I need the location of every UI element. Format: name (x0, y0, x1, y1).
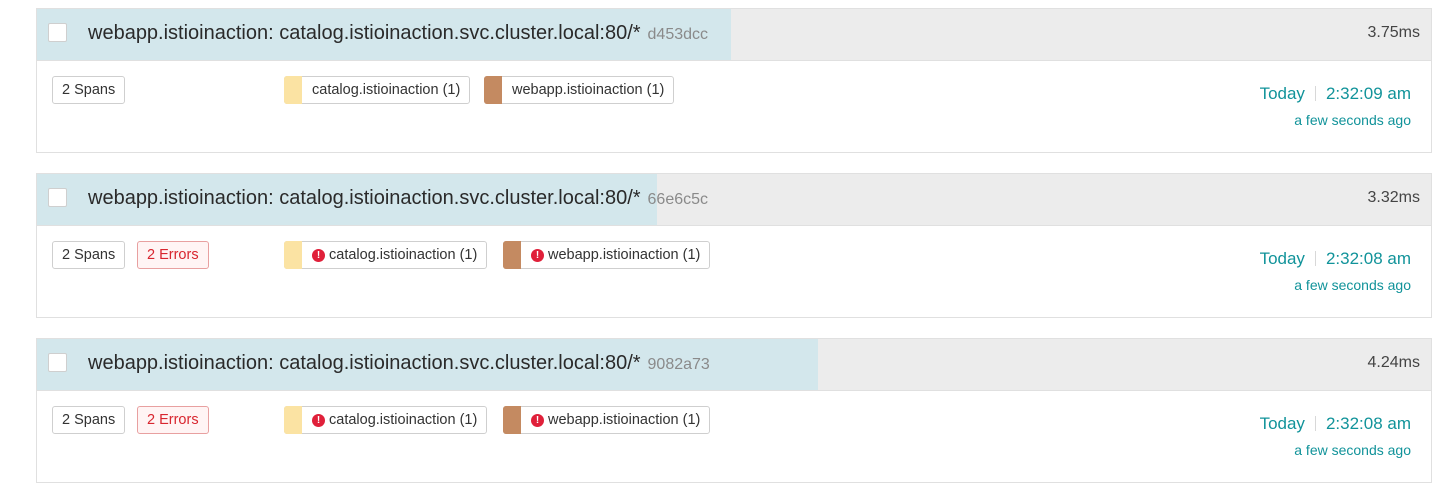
error-icon: ! (312, 249, 325, 262)
errors-count-tag: 2 Errors (137, 406, 209, 434)
trace-select-checkbox[interactable] (48, 188, 67, 207)
trace-timestamp: Today 2:32:08 am a few seconds ago (1260, 414, 1411, 458)
trace-item[interactable]: webapp.istioinaction: catalog.istioinact… (36, 338, 1432, 483)
trace-duration: 3.75ms (1367, 24, 1420, 41)
trace-id: d453dcc (647, 26, 709, 43)
trace-relative-time: a few seconds ago (1294, 442, 1411, 458)
trace-title[interactable]: webapp.istioinaction: catalog.istioinact… (88, 22, 641, 44)
trace-duration: 3.32ms (1367, 189, 1420, 206)
trace-timestamp: Today 2:32:08 am a few seconds ago (1260, 249, 1411, 293)
trace-item[interactable]: webapp.istioinaction: catalog.istioinact… (36, 173, 1432, 318)
service-tag-label: catalog.istioinaction (1) (312, 82, 461, 98)
spans-count-tag: 2 Spans (52, 76, 126, 104)
divider (1314, 251, 1316, 266)
spans-count-tag: 2 Spans (52, 406, 126, 434)
trace-time: 2:32:08 am (1325, 414, 1411, 433)
service-tag[interactable]: ! webapp.istioinaction (1) (503, 406, 711, 434)
trace-time: 2:32:09 am (1325, 84, 1411, 103)
trace-date: Today (1259, 249, 1305, 268)
trace-header[interactable]: webapp.istioinaction: catalog.istioinact… (37, 174, 1431, 226)
error-icon: ! (531, 249, 544, 262)
spans-count-tag: 2 Spans (52, 241, 126, 269)
service-color-swatch (284, 241, 302, 269)
trace-title-group: webapp.istioinaction: catalog.istioinact… (88, 22, 708, 45)
trace-relative-time: a few seconds ago (1294, 112, 1411, 128)
service-tag[interactable]: ! webapp.istioinaction (1) (503, 241, 711, 269)
trace-title-group: webapp.istioinaction: catalog.istioinact… (88, 352, 710, 375)
trace-header[interactable]: webapp.istioinaction: catalog.istioinact… (37, 9, 1431, 61)
trace-list: webapp.istioinaction: catalog.istioinact… (36, 8, 1432, 503)
trace-timestamp: Today 2:32:09 am a few seconds ago (1260, 84, 1411, 128)
service-color-swatch (284, 406, 302, 434)
trace-header[interactable]: webapp.istioinaction: catalog.istioinact… (37, 339, 1431, 391)
service-color-swatch (503, 406, 521, 434)
divider (1314, 86, 1316, 101)
service-tag[interactable]: ! catalog.istioinaction (1) (284, 241, 488, 269)
service-color-swatch (284, 76, 302, 104)
service-tag[interactable]: ! catalog.istioinaction (1) (284, 406, 488, 434)
trace-date: Today (1259, 84, 1305, 103)
trace-body: 2 Spans 2 Errors ! catalog.istioinaction… (37, 226, 1431, 318)
trace-time: 2:32:08 am (1325, 249, 1411, 268)
trace-id: 9082a73 (647, 356, 710, 373)
trace-item[interactable]: webapp.istioinaction: catalog.istioinact… (36, 8, 1432, 153)
trace-date: Today (1259, 414, 1305, 433)
trace-duration: 4.24ms (1367, 354, 1420, 371)
errors-count-tag: 2 Errors (137, 241, 209, 269)
service-tag-label: catalog.istioinaction (1) (329, 247, 478, 263)
service-tag[interactable]: catalog.istioinaction (1) (284, 76, 471, 104)
trace-title-group: webapp.istioinaction: catalog.istioinact… (88, 187, 708, 210)
trace-title[interactable]: webapp.istioinaction: catalog.istioinact… (88, 352, 641, 374)
service-tag-label: webapp.istioinaction (1) (512, 82, 665, 98)
service-tag-label: webapp.istioinaction (1) (548, 247, 701, 263)
divider (1314, 416, 1316, 431)
service-color-swatch (503, 241, 521, 269)
trace-select-checkbox[interactable] (48, 23, 67, 42)
trace-relative-time: a few seconds ago (1294, 277, 1411, 293)
error-icon: ! (312, 414, 325, 427)
service-tag-label: catalog.istioinaction (1) (329, 412, 478, 428)
service-color-swatch (484, 76, 502, 104)
trace-title[interactable]: webapp.istioinaction: catalog.istioinact… (88, 187, 641, 209)
trace-body: 2 Spans 2 Errors ! catalog.istioinaction… (37, 391, 1431, 483)
service-tag[interactable]: webapp.istioinaction (1) (484, 76, 675, 104)
trace-select-checkbox[interactable] (48, 353, 67, 372)
trace-body: 2 Spans catalog.istioinaction (1) webapp… (37, 61, 1431, 153)
error-icon: ! (531, 414, 544, 427)
service-tag-label: webapp.istioinaction (1) (548, 412, 701, 428)
trace-id: 66e6c5c (647, 191, 709, 208)
